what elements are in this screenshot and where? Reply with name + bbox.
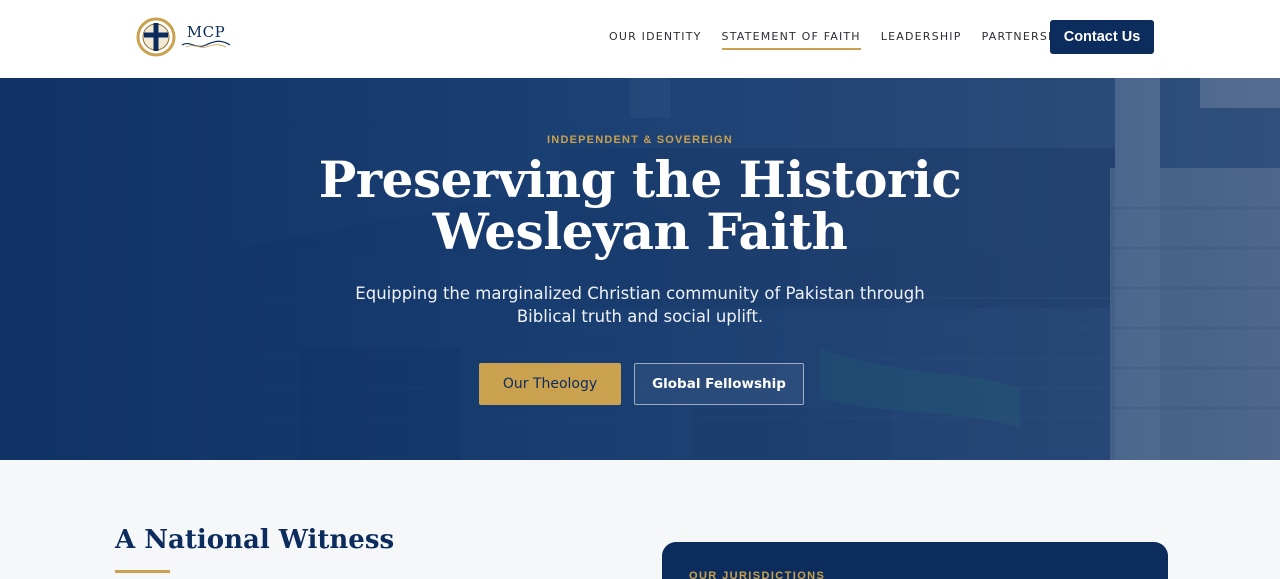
section-title: A National Witness xyxy=(115,525,395,555)
hero-section: INDEPENDENT & SOVEREIGN Preserving the H… xyxy=(0,78,1280,460)
hero-eyebrow: INDEPENDENT & SOVEREIGN xyxy=(547,134,733,146)
jurisdictions-card: OUR JURISDICTIONS xyxy=(662,542,1168,579)
section-divider xyxy=(115,570,170,573)
nav-our-identity[interactable]: OUR IDENTITY xyxy=(609,30,702,50)
contact-us-button[interactable]: Contact Us xyxy=(1050,20,1154,54)
nav-statement-of-faith[interactable]: STATEMENT OF FAITH xyxy=(721,30,861,50)
our-theology-button[interactable]: Our Theology xyxy=(479,363,621,405)
flourish-icon xyxy=(181,40,231,48)
site-header: MCP OUR IDENTITY STATEMENT OF FAITH LEAD… xyxy=(0,0,1280,78)
hero-title: Preserving the Historic Wesleyan Faith xyxy=(318,150,962,261)
global-fellowship-button[interactable]: Global Fellowship xyxy=(634,363,804,405)
site-logo[interactable]: MCP xyxy=(136,17,232,57)
main-nav: OUR IDENTITY STATEMENT OF FAITH LEADERSH… xyxy=(609,30,1098,50)
jurisdictions-label: OUR JURISDICTIONS xyxy=(689,570,826,579)
hero-subtitle: Equipping the marginalized Christian com… xyxy=(355,284,925,326)
logo-text: MCP xyxy=(186,23,226,41)
cross-emblem-icon xyxy=(136,17,176,57)
nav-leadership[interactable]: LEADERSHIP xyxy=(881,30,962,50)
